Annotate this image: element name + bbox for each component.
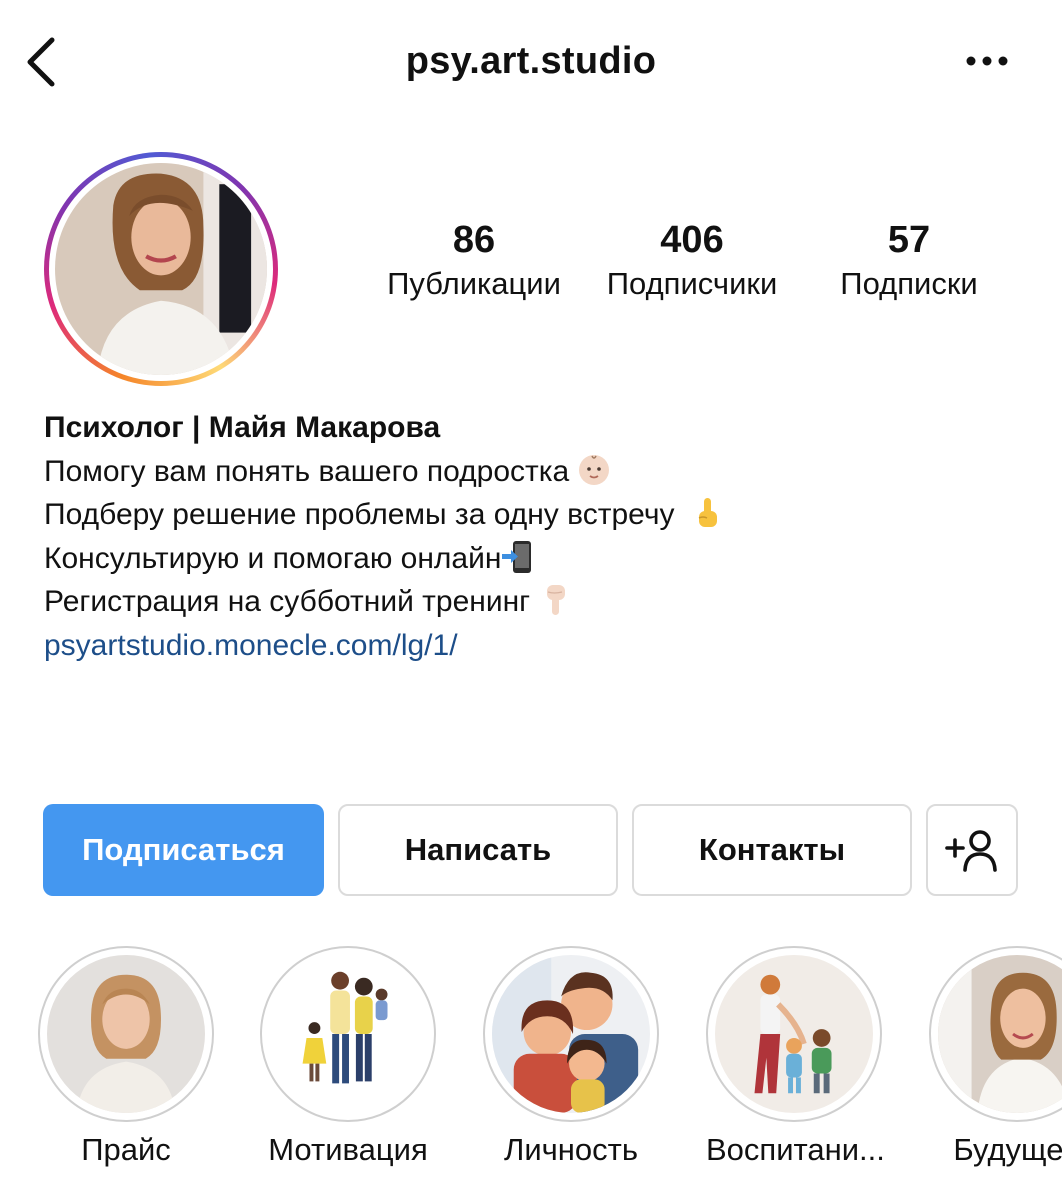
profile-bio: Психолог | Майя Макарова Помогу вам поня… [44, 406, 1034, 667]
bio-line-text: Консультирую и помогаю онлайн [44, 541, 502, 575]
followers-count[interactable]: 406 Подписчики [592, 218, 792, 304]
bio-line: Регистрация на субботний тренинг [44, 580, 1034, 624]
highlight-label: Мотивация [268, 1132, 428, 1167]
backhand-index-pointing-down-icon [547, 585, 566, 615]
posts-count-value: 86 [452, 219, 496, 261]
highlight-label: Воспитани... [706, 1132, 885, 1167]
posts-count-label: Публикации [387, 266, 561, 301]
bio-line-text: Регистрация на субботний тренинг [44, 585, 531, 618]
mobile-phone-arrow-icon [502, 540, 532, 573]
highlight-future[interactable]: Будущее [929, 946, 1062, 1170]
bio-line: Консультирую и помогаю онлайн [44, 537, 1034, 581]
top-bar: psy.art.studio [0, 0, 1062, 125]
bio-line-text: Подберу решение проблемы за одну встречу [44, 498, 675, 531]
highlight-cover [938, 955, 1062, 1113]
highlight-cover [47, 955, 205, 1113]
followers-count-value: 406 [660, 219, 724, 261]
highlight-price[interactable]: Прайс [38, 946, 214, 1170]
bio-line: Подберу решение проблемы за одну встречу [44, 493, 1034, 537]
profile-display-name: Психолог | Майя Макарова [44, 411, 441, 444]
followers-count-label: Подписчики [606, 266, 778, 301]
bio-line-text: Помогу вам понять вашего подростка [44, 454, 570, 488]
following-count-label: Подписки [840, 266, 978, 301]
highlight-cover [492, 955, 650, 1113]
message-button[interactable]: Написать [338, 804, 618, 896]
highlight-label: Будущее [953, 1132, 1062, 1167]
bio-link[interactable]: psyartstudio.monecle.com/lg/1/ [44, 624, 1034, 668]
highlight-upbringing[interactable]: Воспитани... [706, 946, 885, 1170]
following-count[interactable]: 57 Подписки [822, 218, 996, 304]
highlight-motivation[interactable]: Мотивация [260, 946, 436, 1170]
profile-avatar[interactable] [44, 152, 278, 386]
highlight-cover [269, 955, 427, 1113]
suggested-users-button[interactable] [926, 804, 1018, 896]
highlight-label: Прайс [81, 1132, 171, 1167]
highlight-label: Личность [503, 1132, 639, 1167]
profile-username: psy.art.studio [405, 40, 657, 82]
more-options-button[interactable] [966, 50, 1008, 72]
following-count-value: 57 [887, 219, 931, 261]
add-user-icon [945, 830, 997, 872]
highlight-cover [715, 955, 873, 1113]
posts-count[interactable]: 86 Публикации [374, 218, 574, 304]
more-horizontal-icon [966, 56, 1008, 66]
highlight-personality[interactable]: Личность [483, 946, 659, 1170]
bio-line: Помогу вам понять вашего подростка [44, 450, 1034, 494]
index-pointing-up-icon [699, 498, 718, 527]
contacts-button[interactable]: Контакты [632, 804, 912, 896]
avatar-photo [55, 163, 267, 375]
baby-face-icon [579, 454, 610, 485]
follow-button[interactable]: Подписаться [43, 804, 324, 896]
